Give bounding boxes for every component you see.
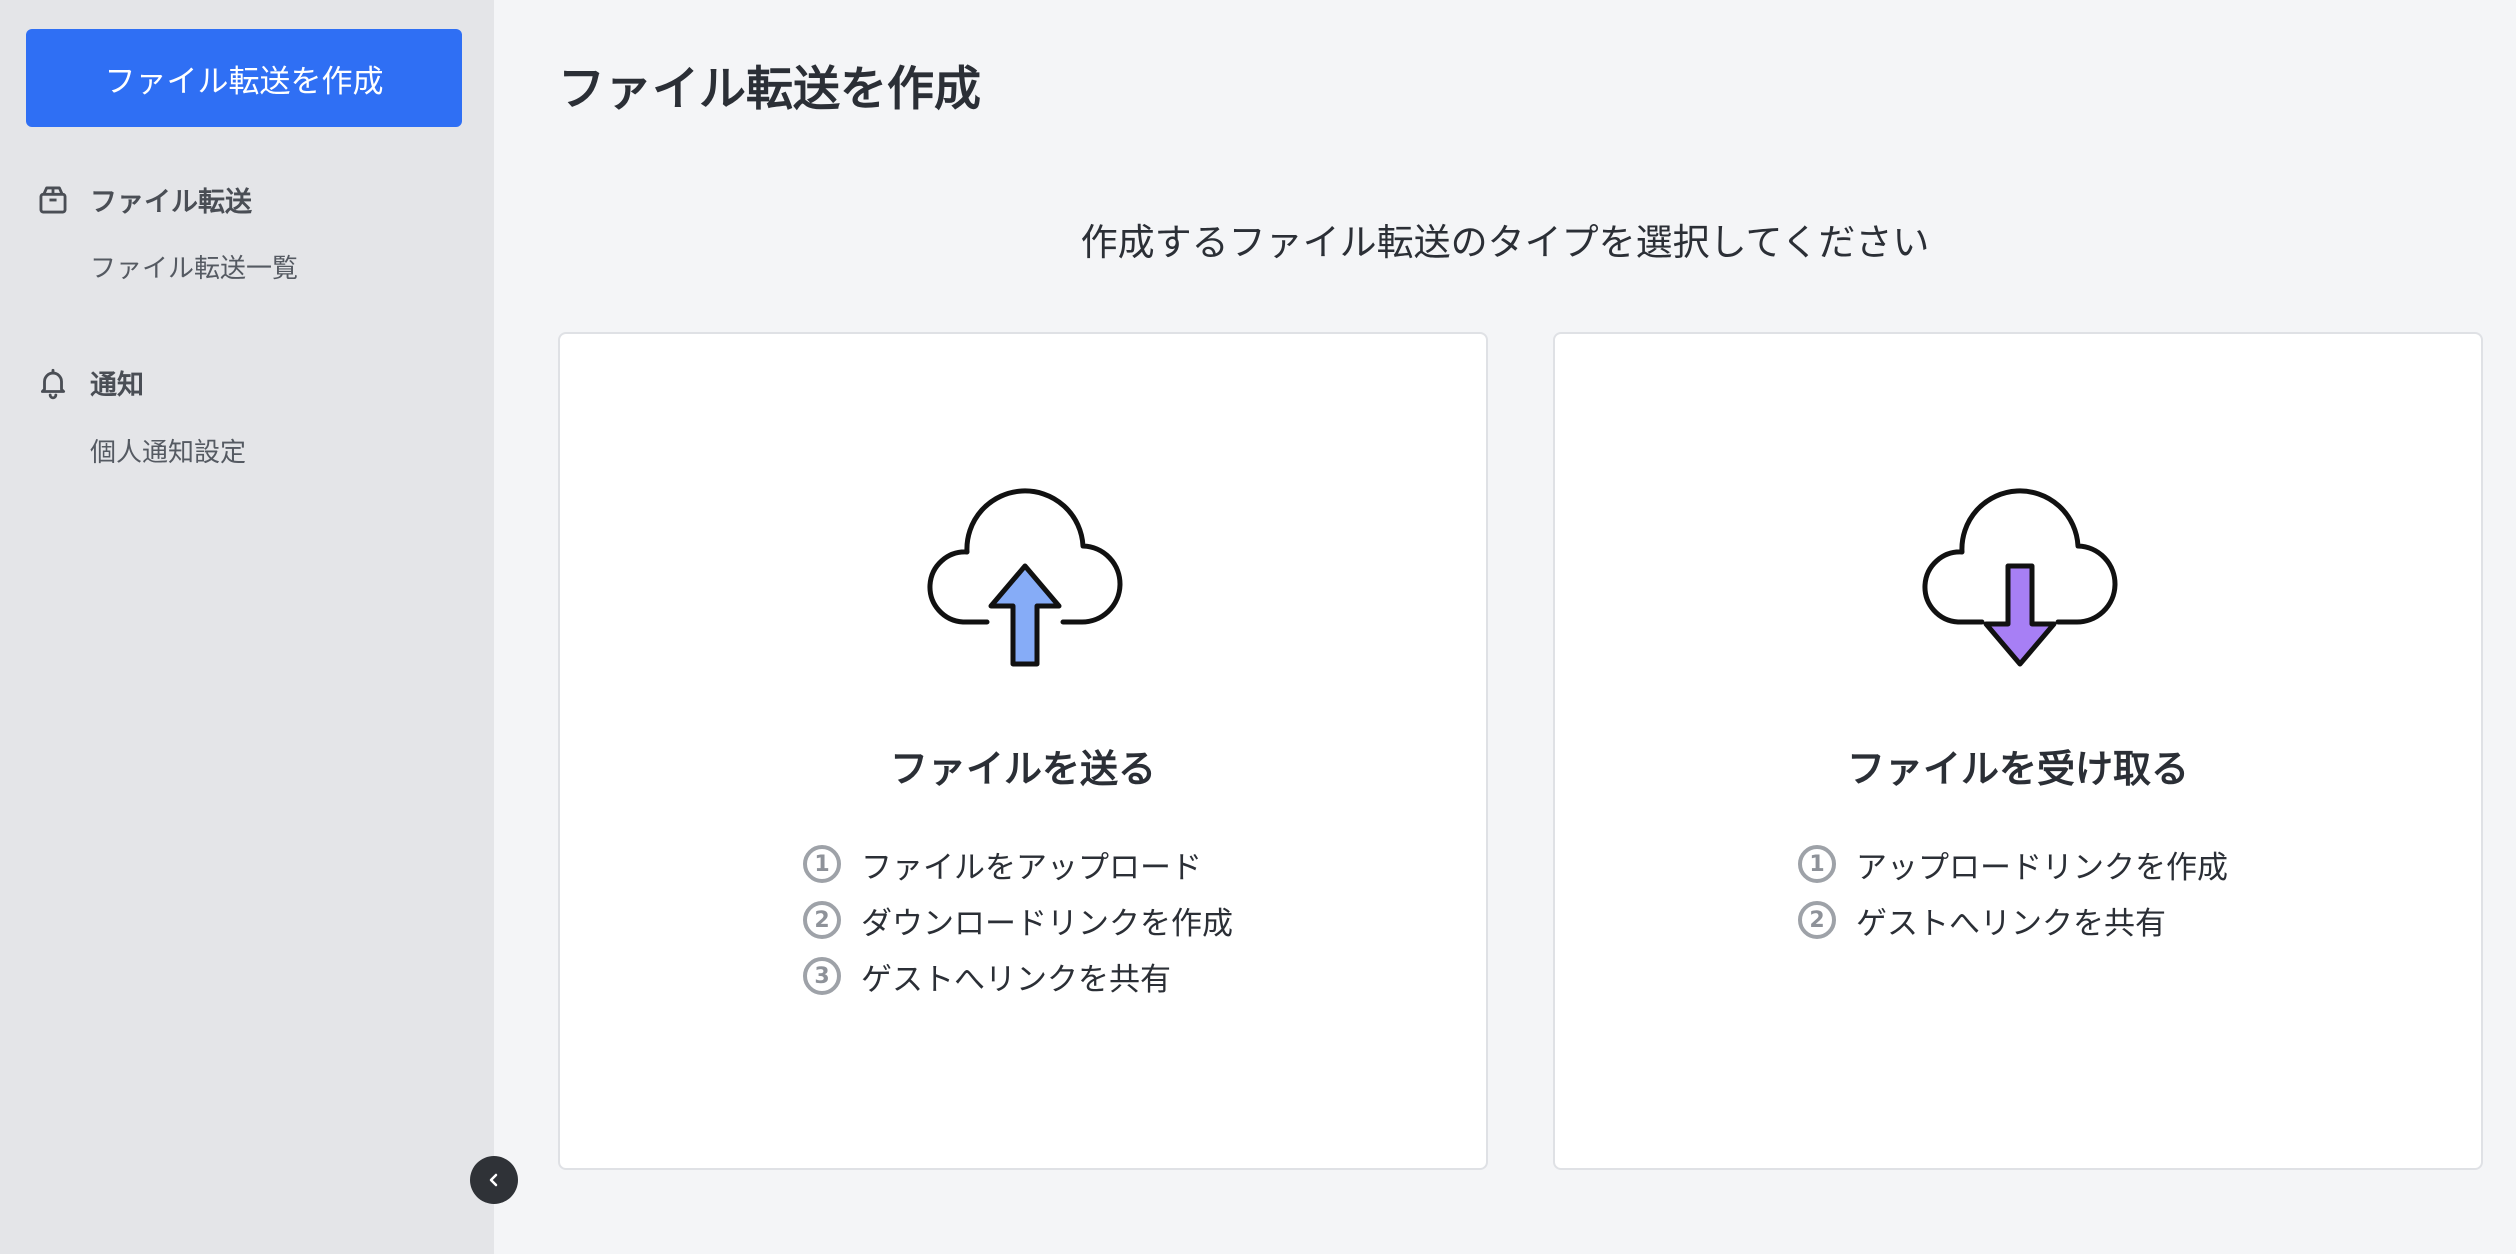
step-number-badge: 3 xyxy=(803,957,841,995)
create-transfer-button[interactable]: ファイル転送を作成 xyxy=(26,29,462,127)
bell-icon xyxy=(36,366,70,400)
card-title: ファイルを送る xyxy=(889,747,1156,791)
step-text: アップロードリンクを作成 xyxy=(1856,849,2228,886)
sidebar: ファイル転送を作成 ファイル転送 ファイル転送一覧 通知 個人通知設定 xyxy=(0,0,494,1254)
steps-list: 1 ファイルをアップロード 2 ダウンロードリンクを作成 3 ゲストへリンクを共… xyxy=(803,836,1233,1004)
receive-files-card[interactable]: ファイルを受け取る 1 アップロードリンクを作成 2 ゲストへリンクを共有 xyxy=(1553,332,2483,1170)
nav-section-notifications: 通知 xyxy=(36,363,144,402)
transfer-type-prompt: 作成するファイル転送のタイプを選択してください xyxy=(1080,221,1930,264)
step-number-badge: 2 xyxy=(1798,901,1836,939)
step-item: 2 ゲストへリンクを共有 xyxy=(1798,892,2228,948)
steps-list: 1 アップロードリンクを作成 2 ゲストへリンクを共有 xyxy=(1798,836,2228,948)
nav-section-label: 通知 xyxy=(90,370,144,401)
send-files-card[interactable]: ファイルを送る 1 ファイルをアップロード 2 ダウンロードリンクを作成 3 ゲ… xyxy=(558,332,1488,1170)
nav-section-label: ファイル転送 xyxy=(90,187,252,218)
step-item: 2 ダウンロードリンクを作成 xyxy=(803,892,1233,948)
nav-section-file-transfer: ファイル転送 xyxy=(36,180,252,219)
upload-arrow xyxy=(988,563,1062,667)
step-item: 3 ゲストへリンクを共有 xyxy=(803,948,1233,1004)
sidebar-item-file-transfer-list[interactable]: ファイル転送一覧 xyxy=(90,248,298,285)
step-number-badge: 1 xyxy=(1798,845,1836,883)
chevron-left-icon xyxy=(489,1173,498,1187)
step-text: ゲストへリンクを共有 xyxy=(861,961,1171,998)
step-item: 1 ファイルをアップロード xyxy=(803,836,1233,892)
step-text: ファイルをアップロード xyxy=(861,849,1202,886)
package-icon xyxy=(36,183,70,217)
step-item: 1 アップロードリンクを作成 xyxy=(1798,836,2228,892)
cloud-download-icon xyxy=(1922,488,2118,667)
sidebar-collapse-button[interactable] xyxy=(470,1156,518,1204)
card-title: ファイルを受け取る xyxy=(1846,747,2189,791)
step-text: ゲストへリンクを共有 xyxy=(1856,905,2166,942)
step-text: ダウンロードリンクを作成 xyxy=(861,905,1233,942)
step-number-badge: 2 xyxy=(803,901,841,939)
download-arrow xyxy=(1983,563,2057,667)
cloud-upload-icon xyxy=(927,488,1123,667)
page-title: ファイル転送を作成 xyxy=(558,62,981,117)
step-number-badge: 1 xyxy=(803,845,841,883)
sidebar-item-personal-notification-settings[interactable]: 個人通知設定 xyxy=(90,432,246,469)
